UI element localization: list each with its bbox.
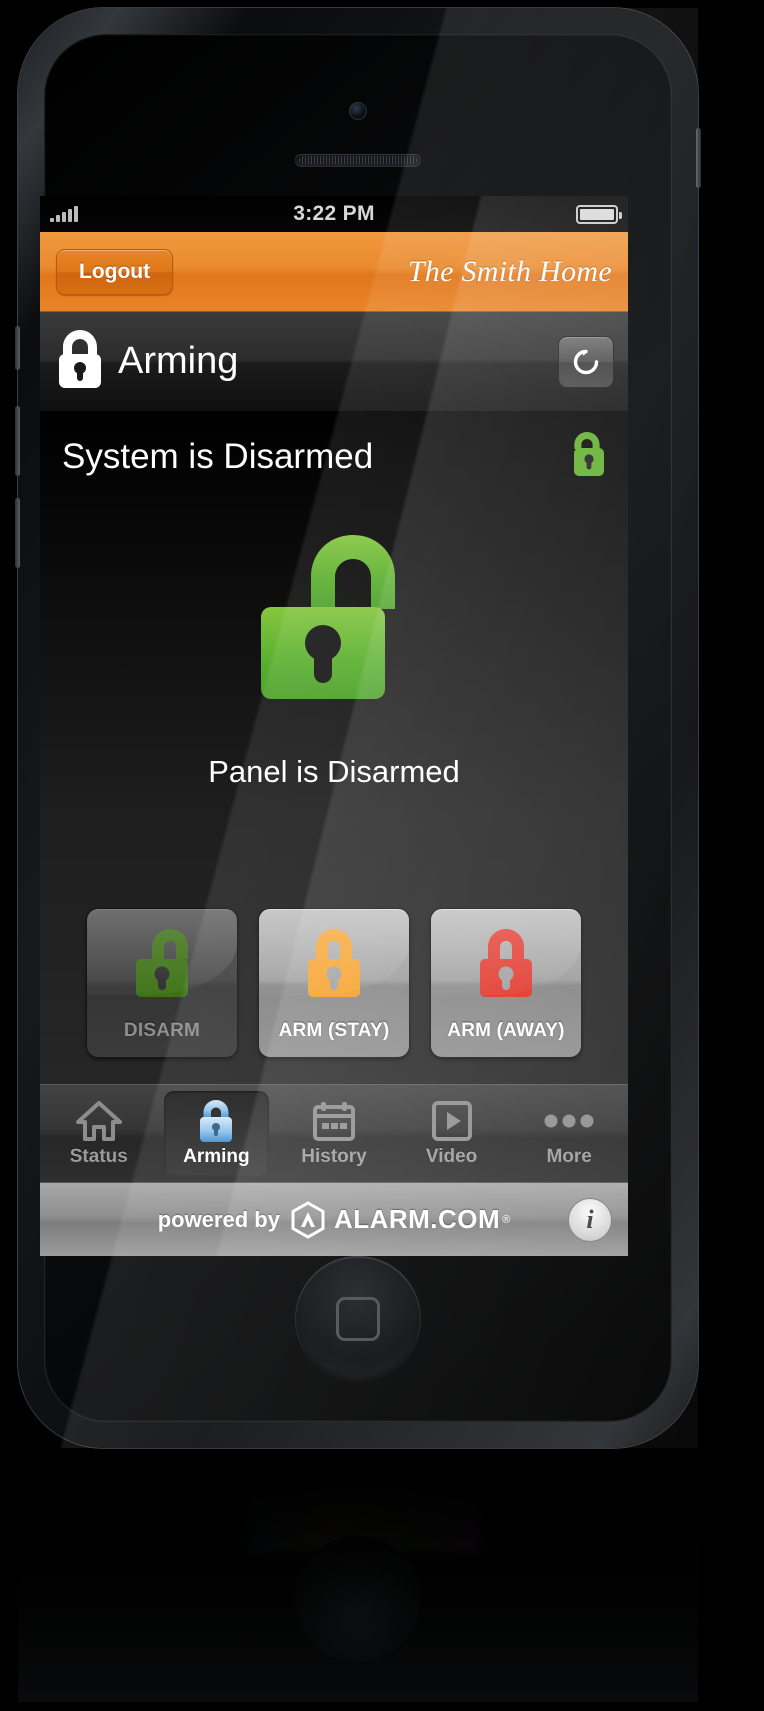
silent-switch[interactable]	[15, 326, 20, 370]
footer-branding-bar: powered by ALARM.COM ® i	[40, 1182, 628, 1256]
powered-by-label: powered by	[157, 1206, 280, 1232]
system-status-row: System is Disarmed	[40, 412, 628, 483]
ellipsis-icon	[543, 1099, 595, 1143]
battery-icon	[576, 204, 622, 224]
power-button[interactable]	[696, 128, 701, 188]
tab-more[interactable]: More	[510, 1085, 628, 1182]
lock-open-icon	[130, 925, 194, 1006]
tab-arming[interactable]: Arming	[158, 1085, 276, 1182]
home-button[interactable]	[295, 1256, 421, 1382]
arm-stay-button[interactable]: ARM (STAY)	[258, 908, 410, 1058]
section-header: Arming	[40, 312, 628, 412]
alarm-com-wordmark: ALARM.COM	[333, 1204, 501, 1234]
arm-away-button[interactable]: ARM (AWAY)	[430, 908, 582, 1058]
page-title: Arming	[118, 340, 239, 382]
tab-arming-label: Arming	[183, 1146, 250, 1167]
volume-down-button[interactable]	[15, 498, 20, 568]
lock-closed-icon	[302, 925, 366, 1006]
tab-history[interactable]: History	[275, 1085, 393, 1182]
earpiece-speaker	[295, 154, 421, 166]
home-name-label: The Smith Home	[407, 254, 612, 288]
play-icon	[431, 1099, 473, 1143]
bottom-tab-bar: Status Arming History Video More	[40, 1084, 628, 1182]
registered-trademark-symbol: ®	[502, 1213, 511, 1226]
system-status-label: System is Disarmed	[62, 436, 374, 476]
status-bar-clock: 3:22 PM	[293, 202, 375, 225]
lock-open-icon	[572, 430, 610, 483]
phone-screen: 3:22 PM Logout The Smith Home Arming Sys…	[40, 196, 628, 1256]
lock-icon	[196, 1099, 236, 1143]
tab-status-label: Status	[69, 1146, 128, 1167]
logout-button[interactable]: Logout	[56, 248, 174, 295]
tab-video-label: Video	[425, 1146, 478, 1167]
refresh-icon[interactable]	[558, 335, 614, 388]
calendar-icon	[312, 1099, 356, 1143]
large-lock-open-icon	[40, 521, 628, 712]
alarm-com-logo-icon	[290, 1200, 326, 1239]
ios-status-bar: 3:22 PM	[40, 196, 628, 232]
info-icon[interactable]: i	[568, 1197, 612, 1242]
tab-status[interactable]: Status	[40, 1085, 158, 1182]
home-icon	[75, 1099, 122, 1143]
tab-more-label: More	[546, 1146, 592, 1167]
front-camera-icon	[349, 102, 367, 120]
arm-stay-button-label: ARM (STAY)	[278, 1019, 390, 1041]
arming-panel: System is Disarmed Panel is Disarmed DIS…	[40, 412, 628, 1084]
arm-away-button-label: ARM (AWAY)	[447, 1019, 565, 1041]
tab-history-label: History	[301, 1146, 367, 1167]
disarm-button-label: DISARM	[123, 1019, 201, 1041]
reflection-home-button	[295, 1536, 421, 1662]
home-button-square-icon	[336, 1297, 380, 1341]
device-reflection	[18, 1452, 698, 1702]
panel-status-label: Panel is Disarmed	[208, 754, 460, 789]
disarm-button[interactable]: DISARM	[86, 908, 238, 1058]
lock-closed-icon	[474, 925, 538, 1006]
arming-action-buttons: DISARM ARM (STAY) ARM (AWAY)	[40, 908, 628, 1058]
app-top-bar: Logout The Smith Home	[40, 232, 628, 312]
lock-closed-icon	[54, 328, 106, 395]
tab-video[interactable]: Video	[393, 1085, 511, 1182]
volume-up-button[interactable]	[15, 406, 20, 476]
